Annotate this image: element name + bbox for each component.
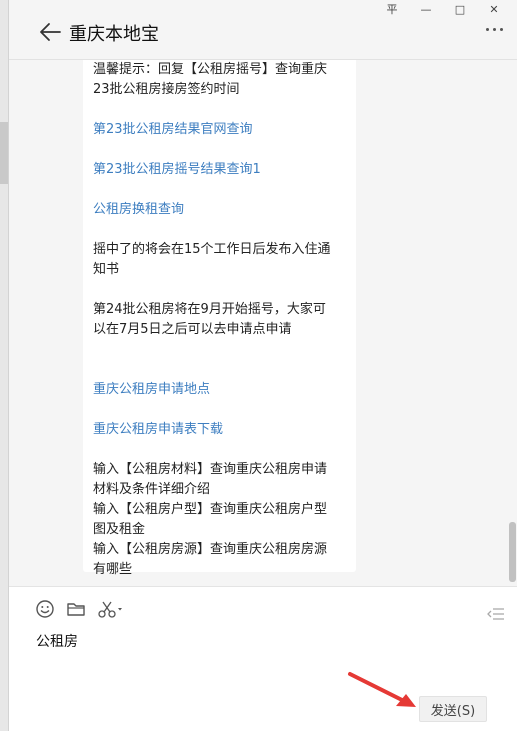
message-line: 有哪些 [93,562,133,577]
message-bubble: 温馨提示：回复【公租房摇号】查询重庆 23批公租房接房签约时间 第23批公租房结… [83,60,356,577]
scissors-icon[interactable] [97,599,125,619]
message-line: 输入【公租房房源】查询重庆公租房房源 [93,542,328,557]
window-controls: 平 — □ ✕ [375,0,511,18]
message-line: 以在7月5日之后可以去申请点申请 [93,322,292,337]
message-line: 第24批公租房将在9月开始摇号，大家可 [93,302,326,317]
title-bar: 平 — □ ✕ 重庆本地宝 [9,0,517,60]
message-area[interactable]: 温馨提示：回复【公租房摇号】查询重庆 23批公租房接房签约时间 第23批公租房结… [9,60,517,586]
message-link[interactable]: 第23批公租房摇号结果查询1 [93,160,351,180]
message-line: 摇中了的将会在15个工作日后发布入住通 [93,242,331,257]
chat-title: 重庆本地宝 [69,24,159,45]
message-input[interactable]: 公租房 [36,631,78,651]
more-options-icon[interactable] [486,28,503,31]
message-link[interactable]: 公租房换租查询 [93,200,351,220]
maximize-button[interactable]: □ [443,0,477,18]
left-window-edge [0,0,9,731]
message-line: 知书 [93,262,120,277]
chat-history-icon[interactable] [487,607,505,621]
close-button[interactable]: ✕ [477,0,511,18]
red-arrow-annotation [348,672,416,707]
message-link[interactable]: 第23批公租房结果官网查询 [93,120,351,140]
message-line: 输入【公租房材料】查询重庆公租房申请 [93,462,328,477]
message-line: 23批公租房接房签约时间 [93,82,240,97]
scrollbar-thumb[interactable] [509,522,516,582]
back-arrow-icon[interactable] [39,22,61,42]
minimize-button[interactable]: — [409,0,443,18]
message-line: 图及租金 [93,522,146,537]
message-scrollbar[interactable] [508,60,517,586]
message-line: 温馨提示：回复【公租房摇号】查询重庆 [93,62,328,77]
emoji-icon[interactable] [35,599,55,619]
folder-icon[interactable] [66,599,86,619]
pin-button[interactable]: 平 [375,0,409,18]
message-line: 输入【公租房户型】查询重庆公租房户型 [93,502,328,517]
send-button[interactable]: 发送(S) [419,696,487,722]
message-link[interactable]: 重庆公租房申请地点 [93,380,351,400]
message-line: 材料及条件详细介绍 [93,482,211,497]
message-link[interactable]: 重庆公租房申请表下载 [93,420,351,440]
